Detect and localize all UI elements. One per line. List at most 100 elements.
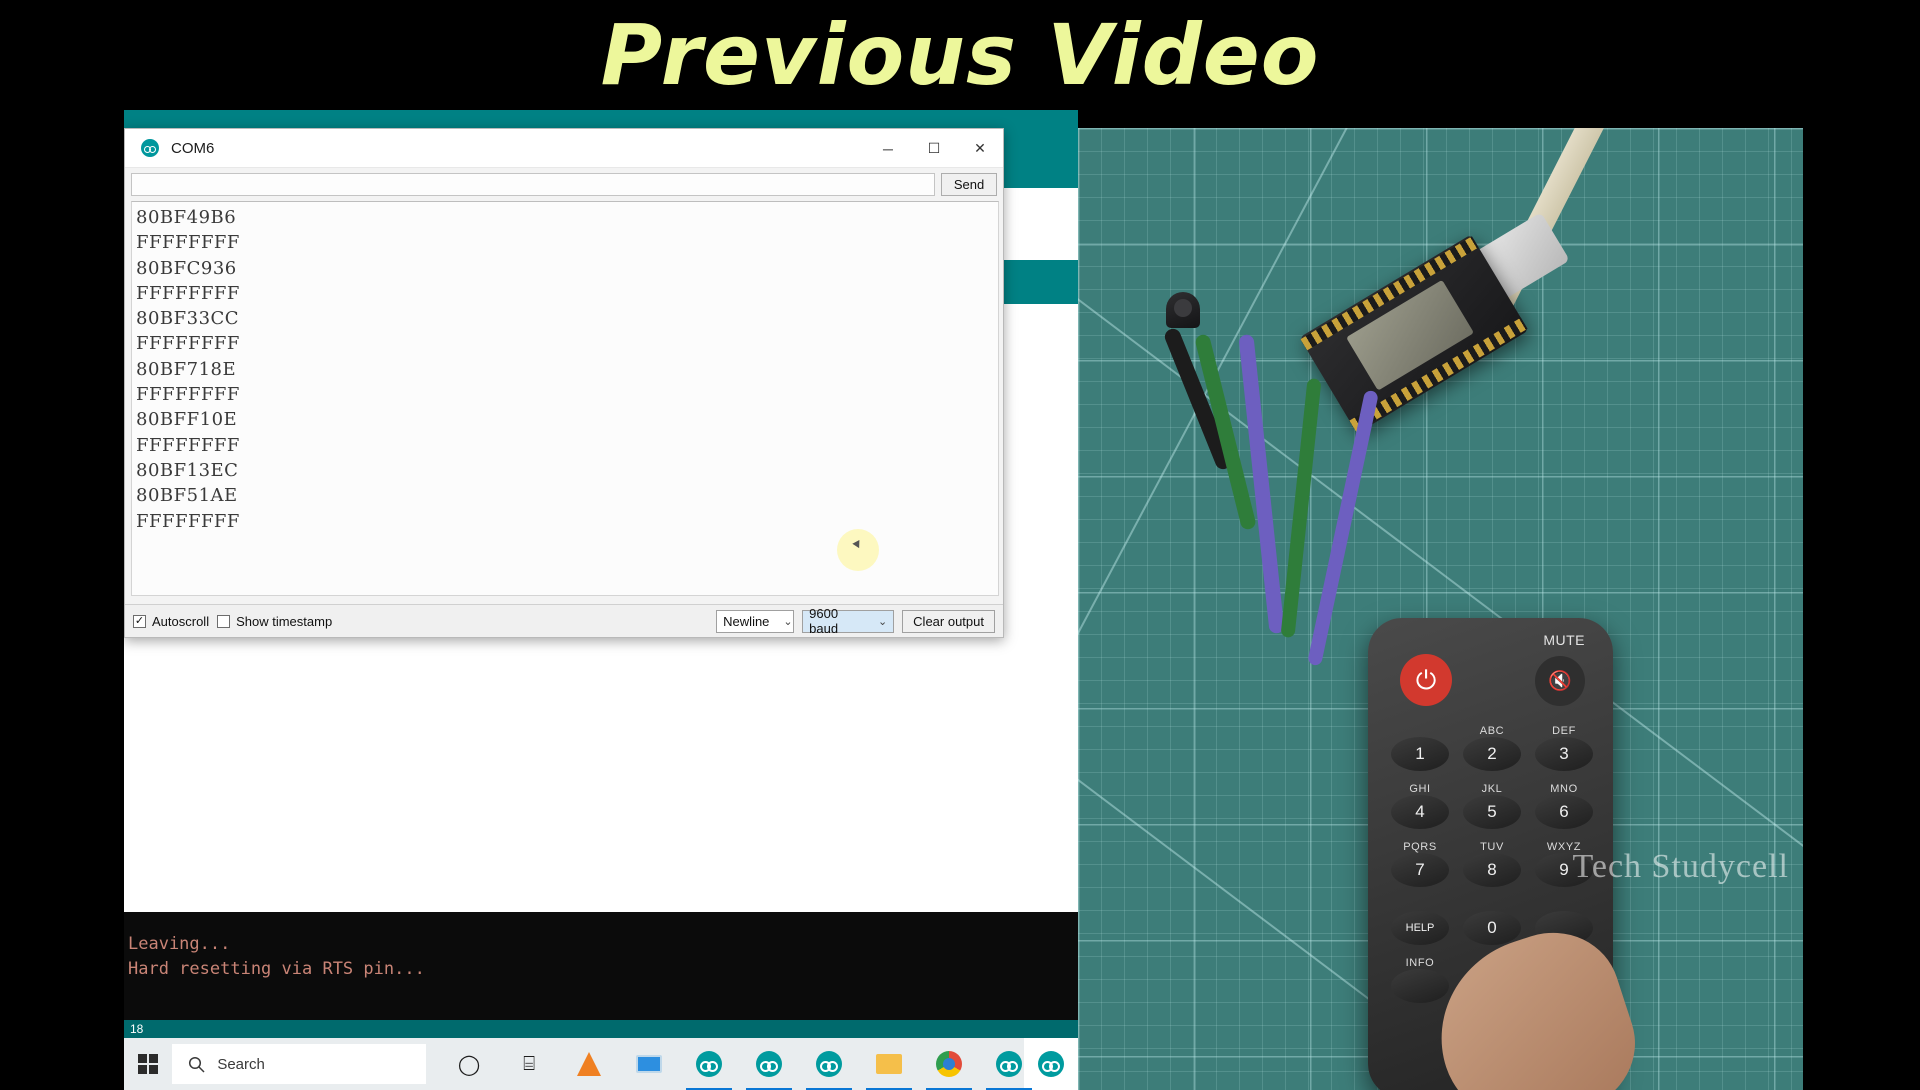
power-button[interactable]: ⏻ — [1400, 654, 1452, 706]
taskbar-item-chrome-icon[interactable] — [926, 1049, 973, 1090]
remote-key-letters: ABC — [1479, 725, 1505, 737]
start-button[interactable] — [124, 1038, 172, 1090]
cortana-icon: ◯ — [457, 1053, 481, 1076]
chevron-down-icon: ⌄ — [783, 615, 793, 628]
watermark: Tech Studycell — [1572, 848, 1789, 885]
remote-key[interactable]: ABC 2 — [1458, 725, 1526, 780]
show-timestamp-label: Show timestamp — [236, 613, 333, 629]
line-number: 18 — [130, 1022, 144, 1036]
arduino-icon — [141, 139, 159, 157]
mouse-cursor — [837, 529, 879, 571]
remote-key[interactable]: INFO — [1386, 957, 1454, 1012]
file-explorer-icon — [876, 1054, 903, 1074]
serial-output-line: 80BF49B6 — [136, 207, 237, 228]
remote-key-cap: 4 — [1391, 795, 1449, 829]
show-timestamp-checkbox-box — [217, 614, 231, 628]
taskbar-item-remote-desktop-icon[interactable] — [634, 1049, 664, 1079]
banner: Previous Video — [0, 0, 1920, 110]
autoscroll-checkbox[interactable]: ✓ Autoscroll — [133, 614, 209, 629]
remote-key-cap: 6 — [1535, 795, 1593, 829]
arduino-icon — [816, 1051, 843, 1077]
show-timestamp-checkbox[interactable]: Show timestamp — [217, 614, 332, 629]
remote-key[interactable]: 1 — [1386, 728, 1454, 780]
remote-key[interactable]: HELP — [1386, 902, 1454, 954]
remote-key-letters: MNO — [1550, 783, 1578, 795]
baud-rate-value: 9600 baud — [809, 606, 839, 636]
search-placeholder-label: Search — [217, 1055, 265, 1073]
remote-key-letters: JKL — [1481, 783, 1503, 795]
ide-status-bar: 18 — [124, 1020, 1078, 1038]
taskbar-item-task-view-icon[interactable]: ⌸ — [514, 1049, 544, 1079]
remote-key-cap: 5 — [1463, 795, 1521, 829]
taskbar-item-arduino-ide-icon-4[interactable] — [986, 1049, 1033, 1090]
serial-output-line: FFFFFFFF — [136, 384, 240, 406]
serial-monitor-window: COM6 ─ ☐ ✕ Send 80BF49B6 FFFFFFFF 80BFC936… — [124, 128, 1004, 638]
screen: Previous Video IRrecv irrecv(IR_RECV_PIN… — [0, 0, 1920, 1090]
remote-desktop-icon — [636, 1055, 663, 1073]
remote-key[interactable]: GHI 4 — [1386, 783, 1454, 838]
remote-key[interactable]: DEF 3 — [1530, 725, 1598, 780]
mute-icon: 🔇 — [1548, 671, 1572, 692]
autoscroll-checkbox-box: ✓ — [133, 614, 146, 628]
remote-key-letters: DEF — [1552, 725, 1576, 737]
arduino-icon — [756, 1051, 783, 1077]
esp32-shield — [1346, 279, 1475, 391]
remote-key-cap: 1 — [1391, 737, 1449, 771]
remote-key-cap: 3 — [1535, 737, 1593, 771]
arduino-icon — [996, 1051, 1023, 1077]
console-line: Leaving... — [128, 934, 231, 954]
taskbar-item-cortana-icon[interactable]: ◯ — [454, 1049, 484, 1079]
line-ending-value: Newline — [723, 613, 770, 629]
search-box[interactable]: Search — [172, 1044, 427, 1084]
serial-output-line: FFFFFFFF — [136, 434, 240, 456]
arduino-icon — [696, 1051, 723, 1077]
taskbar-icons: ◯ ⌸ — [426, 1049, 1033, 1090]
remote-key-letters: INFO — [1405, 957, 1435, 969]
taskbar-item-arduino-ide-icon-2[interactable] — [746, 1049, 793, 1090]
remote-key-cap: 2 — [1463, 737, 1521, 771]
window-controls: ─ ☐ ✕ — [865, 129, 1003, 168]
remote-key-letters: TUV — [1480, 841, 1504, 853]
vlc-icon — [577, 1052, 602, 1076]
serial-send-input[interactable] — [131, 173, 935, 196]
mute-button[interactable]: 🔇 — [1535, 656, 1585, 706]
remote-key[interactable]: PQRS 7 — [1386, 841, 1454, 896]
arduino-icon — [1038, 1051, 1065, 1077]
remote-key[interactable]: TUV 8 — [1458, 841, 1526, 896]
ide-console-output: Leaving... Hard resetting via RTS pin... — [124, 912, 1078, 1020]
taskbar-item-arduino-ide-icon-3[interactable] — [806, 1049, 853, 1090]
send-button[interactable]: Send — [941, 173, 997, 196]
remote-key-letters: GHI — [1409, 783, 1431, 795]
serial-output-line: 80BFC936 — [136, 257, 237, 279]
serial-output-line: FFFFFFFF — [136, 282, 240, 304]
serial-monitor-titlebar[interactable]: COM6 ─ ☐ ✕ — [125, 129, 1003, 168]
serial-output-line: FFFFFFFF — [136, 232, 240, 254]
remote-key-cap: 0 — [1463, 911, 1521, 945]
taskbar-item-arduino-ide-icon-1[interactable] — [686, 1049, 733, 1090]
remote-key-letters: PQRS — [1403, 841, 1437, 853]
chevron-down-icon: ⌄ — [877, 615, 888, 628]
autoscroll-label: Autoscroll — [152, 613, 210, 629]
chrome-icon — [936, 1051, 963, 1077]
minimize-icon[interactable]: ─ — [865, 129, 911, 168]
serial-output-line: 80BFF10E — [136, 409, 238, 431]
console-line: Hard resetting via RTS pin... — [128, 959, 425, 979]
taskbar-item-arduino-active[interactable] — [1024, 1038, 1078, 1090]
windows-start-icon — [138, 1054, 159, 1074]
banner-title: Previous Video — [600, 6, 1320, 104]
line-ending-select[interactable]: Newline ⌄ — [716, 609, 795, 633]
remote-key-cap: 8 — [1463, 853, 1521, 887]
maximize-icon[interactable]: ☐ — [911, 129, 957, 168]
baud-rate-select[interactable]: 9600 baud ⌄ — [802, 606, 895, 636]
taskbar-item-vlc-icon[interactable] — [574, 1049, 604, 1079]
clear-output-button[interactable]: Clear output — [902, 609, 995, 633]
search-icon — [189, 1056, 205, 1073]
task-view-icon: ⌸ — [523, 1052, 536, 1075]
remote-key[interactable]: MNO 6 — [1530, 783, 1598, 838]
taskbar-item-file-explorer-icon[interactable] — [866, 1049, 913, 1090]
serial-monitor-footer: ✓ Autoscroll Show timestamp Newline ⌄ 96… — [125, 604, 1003, 637]
close-icon[interactable]: ✕ — [957, 129, 1003, 168]
remote-key-cap — [1391, 969, 1449, 1003]
remote-key[interactable]: JKL 5 — [1458, 783, 1526, 838]
remote-key-cap: HELP — [1391, 911, 1449, 945]
